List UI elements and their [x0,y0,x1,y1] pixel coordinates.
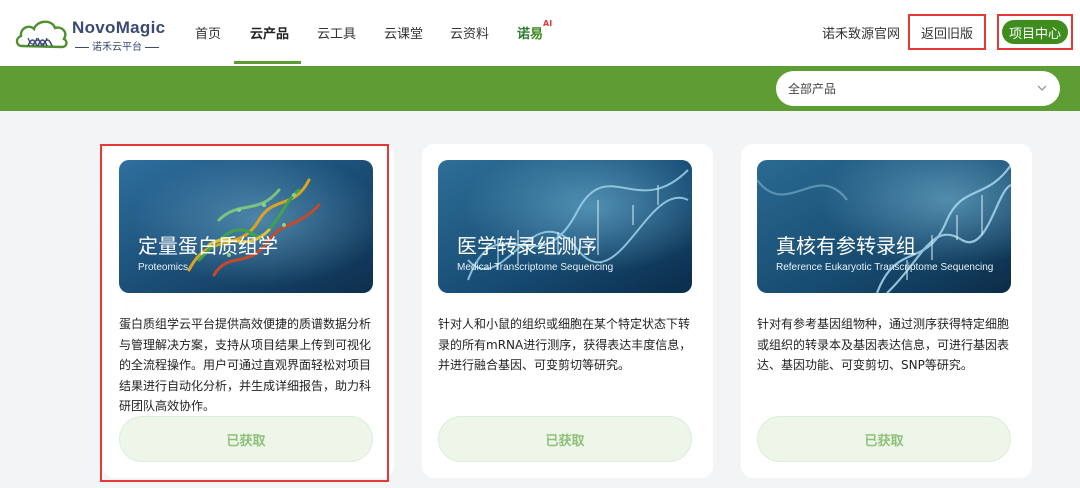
obtained-button[interactable]: 已获取 [119,416,373,462]
card-banner: 真核有参转录组 Reference Eukaryotic Transcripto… [757,160,1011,293]
active-nav-underline [234,61,301,64]
nuoyi-part2: 易 [530,27,544,42]
top-header: NovoMagic 诺禾云平台 首页 云产品 云工具 云课堂 云资料 诺易 AI… [0,0,1080,66]
protein-structure-image [119,160,373,293]
nuoyi-part1: 诺 [517,27,531,42]
card-title: 医学转录组测序 [457,234,597,258]
nav-cloud-resources[interactable]: 云资料 [450,23,489,42]
card-banner: 医学转录组测序 Medical Transcriptome Sequencing [438,160,692,293]
card-title: 真核有参转录组 [776,234,916,258]
card-banner: 定量蛋白质组学 Proteomics [119,160,373,293]
novomagic-logo[interactable]: NovoMagic 诺禾云平台 [14,14,166,54]
product-card-medical-transcriptome[interactable]: 医学转录组测序 Medical Transcriptome Sequencing… [422,144,713,478]
cloud-dna-logo-icon [15,20,68,49]
brand-name: NovoMagic [72,18,166,37]
nav-cloud-classroom[interactable]: 云课堂 [384,23,423,42]
product-filter-value: 全部产品 [788,82,837,96]
product-card-reference-transcriptome[interactable]: 真核有参转录组 Reference Eukaryotic Transcripto… [741,144,1032,478]
project-center-highlight: 项目中心 [997,14,1073,50]
official-site-link[interactable]: 诺禾致源官网 [822,23,900,42]
obtained-button[interactable]: 已获取 [757,416,1011,462]
card-title: 定量蛋白质组学 [138,234,278,258]
nav-home[interactable]: 首页 [195,23,221,42]
nav-nuoyi-ai[interactable]: 诺易 AI [517,19,552,42]
card-subtitle: Medical Transcriptome Sequencing [457,262,614,273]
card-description: 针对有参考基因组物种，通过测序获得特定细胞或组织的转录本及基因表达信息，可进行基… [757,317,1010,372]
chevron-down-icon [1037,85,1047,91]
card-description: 蛋白质组学云平台提供高效便捷的质谱数据分析与管理解决方案，支持从项目结果上传到可… [119,317,372,413]
card-subtitle: Proteomics [138,262,189,273]
product-filter-select[interactable]: 全部产品 [776,71,1060,106]
brand-subtitle-text: 诺禾云平台 [92,42,142,53]
dna-helix-image [438,160,692,293]
brand-subtitle: 诺禾云平台 [72,38,162,53]
nav-cloud-tools[interactable]: 云工具 [317,23,356,42]
card-description: 针对人和小鼠的组织或细胞在某个特定状态下转录的所有mRNA进行测序，获得表达丰度… [438,317,692,372]
project-center-button[interactable]: 项目中心 [1002,20,1068,44]
return-old-version-button[interactable]: 返回旧版 [908,14,986,50]
obtained-button[interactable]: 已获取 [438,416,692,462]
dna-helix-image [757,160,1011,293]
ai-badge: AI [543,19,553,28]
product-card-proteomics[interactable]: 定量蛋白质组学 Proteomics 蛋白质组学云平台提供高效便捷的质谱数据分析… [103,144,394,478]
nav-cloud-products[interactable]: 云产品 [250,23,289,42]
card-subtitle: Reference Eukaryotic Transcriptome Seque… [776,262,994,273]
